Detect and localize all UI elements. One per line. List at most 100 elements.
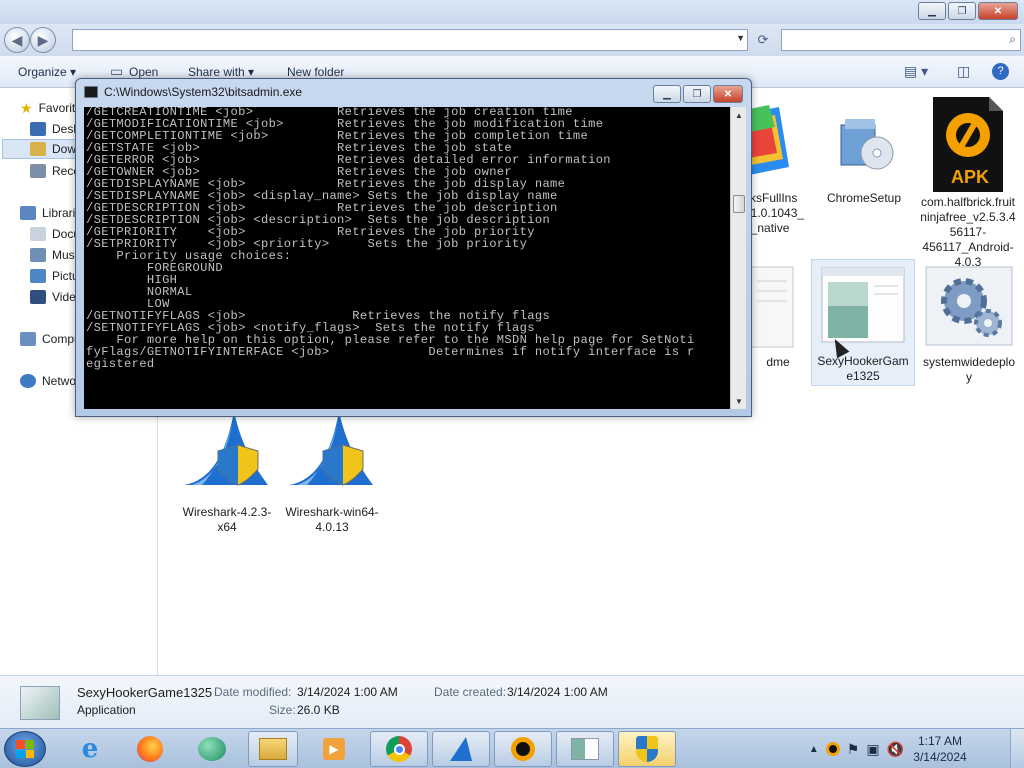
documents-icon	[30, 227, 46, 241]
apk-tray-icon[interactable]	[825, 742, 840, 756]
maximize-button[interactable]: ❐	[948, 2, 976, 20]
console-scrollbar[interactable]: ▲ ▼	[730, 107, 746, 409]
taskbar: e ▶ ▲ ⚑ ▣ 🔇 1:17 AM 3/14/2024	[0, 728, 1024, 768]
computer-icon	[20, 332, 36, 346]
application-window-icon	[818, 260, 908, 350]
music-icon	[30, 248, 46, 262]
show-desktop-button[interactable]	[1010, 729, 1024, 768]
details-date-created: 3/14/2024 1:00 AM	[507, 685, 608, 699]
scroll-down-icon[interactable]: ▼	[731, 393, 747, 409]
taskbar-firefox[interactable]	[128, 731, 172, 767]
search-icon: ⌕	[1009, 32, 1016, 46]
search-input[interactable]: ⌕	[781, 29, 1021, 51]
details-date-modified: 3/14/2024 1:00 AM	[297, 685, 398, 699]
refresh-icon: ⟳	[757, 32, 769, 47]
clock-date: 3/14/2024	[913, 750, 967, 764]
open-button[interactable]: Open	[129, 65, 158, 79]
windows-media-icon	[198, 737, 226, 761]
console-line: NORMAL	[86, 285, 193, 299]
pictures-icon	[30, 269, 46, 283]
taskbar-apk-installer[interactable]	[494, 731, 552, 767]
volume-muted-icon[interactable]: 🔇	[887, 741, 904, 758]
network-status-icon[interactable]: ▣	[866, 741, 879, 758]
file-item-wireshark-win64-4-0-13[interactable]: Wireshark-win64-4.0.13	[282, 411, 382, 535]
console-close-button[interactable]: ✕	[713, 85, 743, 103]
videos-icon	[30, 290, 46, 304]
share-with-menu[interactable]: Share with ▾	[188, 65, 254, 79]
console-line: fyFlags/GETNOTIFYINTERFACE <job> Determi…	[86, 345, 695, 359]
console-maximize-button[interactable]: ❐	[683, 85, 711, 103]
downloads-folder-icon	[30, 142, 46, 156]
console-window[interactable]: C:\Windows\System32\bitsadmin.exe ▁ ❐ ✕ …	[75, 78, 752, 417]
refresh-button[interactable]: ⟳	[752, 29, 774, 51]
taskbar-file-explorer[interactable]	[248, 731, 298, 767]
application-window-icon	[20, 686, 60, 720]
file-item-wireshark-4-2-3[interactable]: Wireshark-4.2.3-x64	[177, 411, 277, 535]
firefox-icon	[137, 736, 163, 762]
close-button[interactable]: ✕	[978, 2, 1018, 20]
clock-time: 1:17 AM	[917, 734, 963, 748]
action-center-flag-icon[interactable]: ⚑	[847, 741, 860, 758]
wireshark-icon	[287, 411, 377, 501]
application-window-icon	[571, 738, 599, 760]
file-item-sexyhookergame1325[interactable]: SexyHookerGame1325	[811, 259, 915, 386]
show-hidden-icons-icon[interactable]: ▲	[809, 744, 819, 755]
scroll-up-icon[interactable]: ▲	[731, 107, 747, 123]
media-player-icon: ▶	[323, 738, 345, 760]
console-text: /GETCREATIONTIME <job> Retrieves the job…	[86, 107, 695, 370]
details-pane: SexyHookerGame1325 Application Date modi…	[0, 675, 1024, 728]
details-size-label: Size:	[269, 703, 296, 717]
details-file-name: SexyHookerGame1325	[77, 685, 213, 700]
console-title: C:\Windows\System32\bitsadmin.exe	[104, 85, 303, 99]
internet-explorer-icon: e	[81, 734, 99, 764]
uac-shield-icon	[636, 736, 658, 762]
console-title-bar[interactable]: C:\Windows\System32\bitsadmin.exe	[84, 85, 302, 99]
console-minimize-button[interactable]: ▁	[653, 85, 681, 103]
forward-button[interactable]: ▶	[30, 27, 56, 53]
console-output[interactable]: /GETCREATIONTIME <job> Retrieves the job…	[84, 107, 730, 409]
back-button[interactable]: ◀	[4, 27, 30, 53]
gears-icon	[924, 261, 1014, 351]
chrome-icon	[386, 736, 412, 762]
new-folder-button[interactable]: New folder	[287, 65, 344, 79]
help-icon[interactable]: ?	[992, 63, 1009, 80]
start-button[interactable]	[4, 731, 46, 767]
back-arrow-icon: ◀	[11, 31, 23, 48]
view-options-icon[interactable]: ▤ ▾	[904, 63, 928, 80]
taskbar-application-window[interactable]	[556, 731, 614, 767]
installer-cd-icon	[819, 97, 909, 187]
file-item-chromesetup[interactable]: ChromeSetup	[814, 97, 914, 206]
command-prompt-icon	[84, 86, 98, 98]
preview-pane-icon[interactable]: ◫	[957, 63, 970, 80]
console-line: egistered	[86, 357, 155, 371]
file-item-systemwidedeploy[interactable]: systemwidedeploy	[919, 261, 1019, 385]
wireshark-icon	[182, 411, 272, 501]
file-item-apk[interactable]: APK com.halfbrick.fruitninjafree_v2.5.3.…	[918, 97, 1018, 270]
address-field[interactable]: ▼	[72, 29, 748, 51]
apk-installer-icon	[511, 737, 535, 761]
scroll-thumb[interactable]	[733, 195, 745, 213]
details-date-created-label: Date created:	[434, 685, 507, 699]
console-window-controls: ▁ ❐ ✕	[653, 85, 743, 103]
taskbar-clock[interactable]: 1:17 AM 3/14/2024	[912, 733, 968, 765]
windows-logo-icon	[16, 740, 34, 758]
taskbar-uac-prompt[interactable]	[618, 731, 676, 767]
taskbar-internet-explorer[interactable]: e	[68, 731, 112, 767]
star-icon: ★	[20, 99, 33, 116]
console-line: FOREGROUND	[86, 261, 223, 275]
taskbar-media-player[interactable]: ▶	[312, 731, 356, 767]
minimize-button[interactable]: ▁	[918, 2, 946, 20]
explorer-title-bar: ▁ ❐ ✕	[0, 0, 1024, 24]
libraries-icon	[20, 206, 36, 220]
organize-menu[interactable]: Organize ▾	[18, 65, 76, 79]
explorer-window-controls: ▁ ❐ ✕	[918, 2, 1018, 20]
details-date-modified-label: Date modified:	[214, 685, 292, 699]
taskbar-chrome[interactable]	[370, 731, 428, 767]
desktop-icon	[30, 122, 46, 136]
taskbar-wireshark[interactable]	[432, 731, 490, 767]
address-dropdown-icon[interactable]: ▼	[736, 33, 745, 43]
file-explorer-icon	[259, 738, 287, 760]
forward-arrow-icon: ▶	[37, 31, 49, 48]
taskbar-windows-media[interactable]	[190, 731, 234, 767]
details-size: 26.0 KB	[297, 703, 340, 717]
